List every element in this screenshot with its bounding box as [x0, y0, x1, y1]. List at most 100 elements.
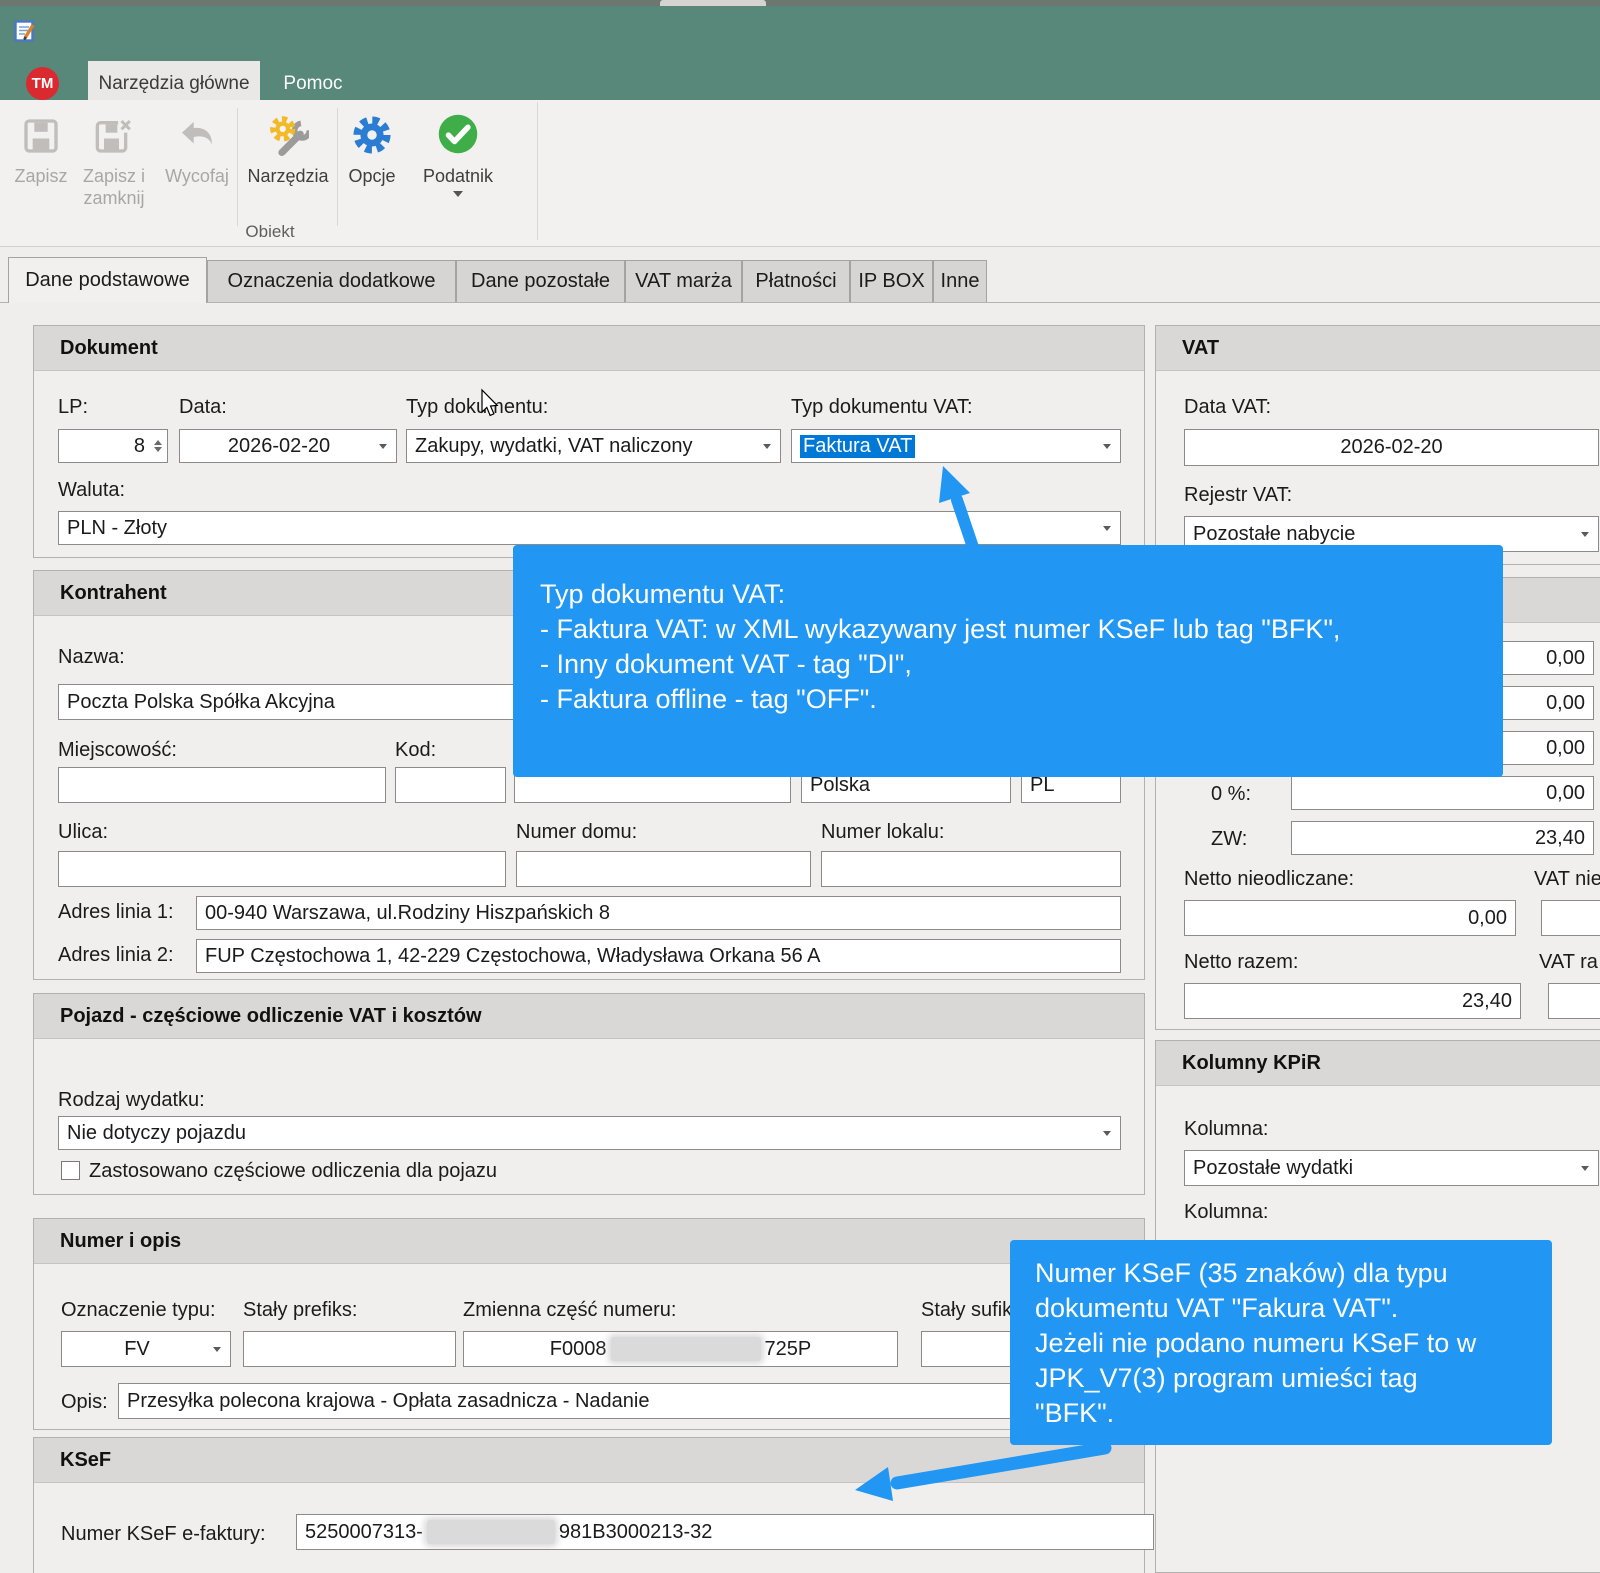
vat-section: VAT Data VAT: 2026-02-20 Rejestr VAT: Po… [1155, 325, 1600, 565]
taxpayer-check-icon [412, 108, 504, 156]
undo-icon [157, 108, 237, 156]
ribbon-group-edge [537, 102, 538, 240]
ulica-label: Ulica: [58, 821, 108, 844]
data-date-dropdown[interactable]: 2026-02-20 [179, 429, 397, 463]
rodzaj-wydatku-label: Rodzaj wydatku: [58, 1089, 205, 1112]
spinner-arrows[interactable] [151, 433, 164, 459]
odliczenia-checkbox-label: Zastosowano częściowe odliczenia dla poj… [89, 1160, 497, 1183]
kolumna2-label: Kolumna: [1184, 1201, 1269, 1224]
numer-domu-field[interactable] [516, 851, 811, 887]
waluta-label: Waluta: [58, 479, 125, 502]
adres2-field[interactable]: FUP Częstochowa 1, 42-229 Częstochowa, W… [196, 939, 1121, 973]
app-menu-badge[interactable]: TM [26, 67, 59, 100]
netto-razem-label: Netto razem: [1184, 951, 1298, 974]
kod-label: Kod: [395, 739, 436, 762]
zmienna-czesc-label: Zmienna część numeru: [463, 1299, 676, 1322]
ksef-section: KSeF Numer KSeF e-faktury: 5250007313- 9… [33, 1437, 1145, 1573]
tab-platnosci[interactable]: Płatności [742, 260, 850, 302]
options-button[interactable]: Opcje [332, 108, 412, 187]
numer-ksef-field[interactable]: 5250007313- 981B3000213-32 [296, 1514, 1154, 1550]
rodzaj-wydatku-dropdown[interactable]: Nie dotyczy pojazdu [58, 1116, 1121, 1150]
data-label: Data: [179, 396, 227, 419]
netto-nieodliczane-label: Netto nieodliczane: [1184, 868, 1354, 891]
section-header: KSeF [34, 1438, 1144, 1483]
document-pencil-icon [14, 19, 38, 43]
data-vat-field[interactable]: 2026-02-20 [1184, 429, 1599, 466]
dokument-section: Dokument LP: Data: Typ dokumentu: Typ do… [33, 325, 1145, 558]
chevron-down-icon [453, 191, 463, 202]
tab-dane-podstawowe[interactable]: Dane podstawowe [8, 257, 207, 303]
ribbon-group-label: Obiekt [230, 222, 310, 242]
section-header: Kolumny KPiR [1156, 1041, 1600, 1086]
ribbon-separator [237, 108, 238, 226]
adres1-field[interactable]: 00-940 Warszawa, ul.Rodziny Hiszpańskich… [196, 896, 1121, 930]
title-bar: TM Narzędzia główne Pomoc [0, 6, 1600, 100]
save-close-icon [69, 108, 159, 156]
selected-text: Faktura VAT [800, 435, 915, 458]
taxpayer-button[interactable]: Podatnik [412, 108, 504, 202]
typ-dokumentu-vat-dropdown[interactable]: Faktura VAT [791, 429, 1121, 463]
ribbon-toolbar: Zapisz Zapisz i zamknij Wycofaj [0, 100, 1600, 247]
vat-razem-field[interactable] [1548, 983, 1600, 1019]
tab-inne[interactable]: Inne [933, 260, 987, 302]
typ-dokumentu-dropdown[interactable]: Zakupy, wydatki, VAT naliczony [406, 429, 781, 463]
undo-button[interactable]: Wycofaj [157, 108, 237, 187]
lp-label: LP: [58, 396, 88, 419]
oznaczenie-typu-label: Oznaczenie typu: [61, 1299, 216, 1322]
kolumna-dropdown[interactable]: Pozostałe wydatki [1184, 1150, 1599, 1186]
nazwa-label: Nazwa: [58, 646, 125, 669]
opis-label: Opis: [61, 1391, 108, 1414]
numer-domu-label: Numer domu: [516, 821, 637, 844]
vat-nieodliczane-label: VAT nie [1534, 868, 1600, 891]
typ-dokumentu-vat-label: Typ dokumentu VAT: [791, 396, 973, 419]
waluta-dropdown[interactable]: PLN - Złoty [58, 511, 1121, 545]
kolumna-label: Kolumna: [1184, 1118, 1269, 1141]
tab-oznaczenia-dodatkowe[interactable]: Oznaczenia dodatkowe [207, 260, 456, 302]
vat-nieodliczane-field[interactable] [1541, 900, 1600, 936]
numer-lokalu-field[interactable] [821, 851, 1121, 887]
tabstrip-baseline [0, 302, 1600, 303]
rejestr-vat-label: Rejestr VAT: [1184, 484, 1292, 507]
gear-icon [332, 108, 412, 156]
save-and-close-button[interactable]: Zapisz i zamknij [69, 108, 159, 209]
vat-rate-0-field[interactable]: 0,00 [1291, 776, 1594, 810]
ulica-field[interactable] [58, 851, 506, 887]
miejscowosc-field[interactable] [58, 767, 386, 803]
lp-spinner[interactable]: 8 [58, 429, 168, 463]
miejscowosc-label: Miejscowość: [58, 739, 177, 762]
section-header: VAT [1156, 326, 1600, 371]
pojazd-section: Pojazd - częściowe odliczenie VAT i kosz… [33, 993, 1145, 1195]
opis-field[interactable]: Przesyłka polecona krajowa - Opłata zasa… [118, 1383, 1121, 1419]
staly-prefiks-field[interactable] [243, 1331, 456, 1367]
save-icon [5, 108, 77, 156]
section-header: Numer i opis [34, 1219, 1144, 1264]
odliczenia-checkbox[interactable] [61, 1161, 80, 1180]
tab-ip-box[interactable]: IP BOX [850, 260, 933, 302]
zmienna-czesc-field[interactable]: F0008 725P [463, 1331, 898, 1367]
netto-nieodliczane-field[interactable]: 0,00 [1184, 900, 1516, 936]
typ-dokumentu-label: Typ dokumentu: [406, 396, 548, 419]
tools-button[interactable]: Narzędzia [240, 108, 336, 187]
numer-ksef-tooltip: Numer KSeF (35 znaków) dla typu dokument… [1010, 1240, 1552, 1445]
invoice-editor-window: TM Narzędzia główne Pomoc Zapisz [0, 0, 1600, 1573]
tools-icon [240, 108, 336, 156]
tab-vat-marza[interactable]: VAT marża [625, 260, 742, 302]
numer-lokalu-label: Numer lokalu: [821, 821, 944, 844]
redacted-blur [611, 1337, 761, 1361]
section-header: Dokument [34, 326, 1144, 371]
numer-ksef-label: Numer KSeF e-faktury: [61, 1523, 266, 1546]
save-button[interactable]: Zapisz [5, 108, 77, 187]
oznaczenie-typu-dropdown[interactable]: FV [61, 1331, 231, 1367]
data-vat-label: Data VAT: [1184, 396, 1271, 419]
vat-razem-label: VAT ra [1539, 951, 1598, 974]
numer-i-opis-section: Numer i opis Oznaczenie typu: Stały pref… [33, 1218, 1145, 1430]
staly-prefiks-label: Stały prefiks: [243, 1299, 357, 1322]
typ-dokumentu-vat-tooltip: Typ dokumentu VAT: - Faktura VAT: w XML … [513, 545, 1503, 777]
redacted-blur [427, 1520, 555, 1544]
vat-rate-zw-field[interactable]: 23,40 [1291, 821, 1594, 855]
kod-field[interactable] [395, 767, 506, 803]
adres2-label: Adres linia 2: [58, 944, 174, 967]
section-header: Pojazd - częściowe odliczenie VAT i kosz… [34, 994, 1144, 1039]
tab-dane-pozostale[interactable]: Dane pozostałe [456, 260, 625, 302]
netto-razem-field[interactable]: 23,40 [1184, 983, 1521, 1019]
